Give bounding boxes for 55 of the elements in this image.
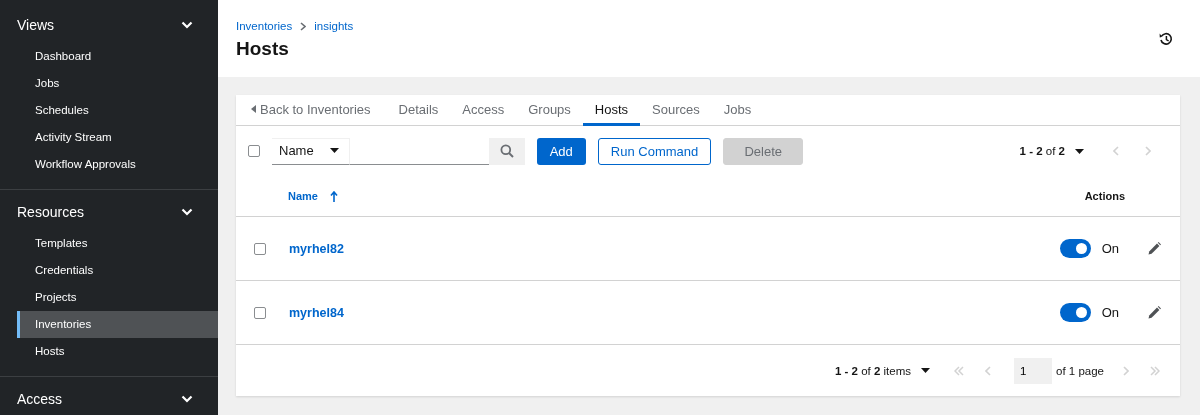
- chevron-right-icon: [300, 21, 307, 31]
- tab[interactable]: Sources: [640, 95, 712, 126]
- nav-item[interactable]: Projects: [17, 284, 218, 311]
- row-checkbox[interactable]: [254, 306, 266, 319]
- search-button[interactable]: [488, 137, 525, 165]
- breadcrumb-link[interactable]: insights: [314, 20, 354, 32]
- nav-group-title[interactable]: Resources: [17, 204, 84, 220]
- chevron-icon[interactable]: [181, 395, 193, 403]
- toggle-label: On: [1101, 305, 1119, 320]
- nav-item[interactable]: Schedules: [17, 97, 218, 124]
- column-header[interactable]: Name: [288, 190, 318, 202]
- column-header: Actions: [1084, 190, 1125, 202]
- filter-dropdown[interactable]: Name: [272, 137, 350, 165]
- tab[interactable]: Jobs: [711, 95, 764, 126]
- page-count: of 1 page: [1056, 364, 1104, 377]
- pagination-dropdown[interactable]: 1 - 2 of 2: [1019, 145, 1084, 157]
- nav-item[interactable]: Credentials: [17, 257, 218, 284]
- chevron-icon[interactable]: [181, 21, 193, 29]
- tab[interactable]: Hosts: [582, 95, 641, 126]
- page-number-field[interactable]: 1: [1014, 357, 1053, 384]
- pagination-dropdown[interactable]: 1 - 2 of 2 items: [834, 364, 931, 377]
- search-icon: [499, 144, 514, 158]
- nav-group-title[interactable]: Access: [17, 391, 63, 407]
- select-all-checkbox[interactable]: [248, 145, 260, 157]
- toggle-switch[interactable]: [1059, 303, 1091, 322]
- nav-item[interactable]: Templates: [17, 230, 218, 257]
- toggle-label: On: [1101, 241, 1119, 256]
- caret-down-icon: [329, 148, 339, 153]
- action-button[interactable]: Run Command: [597, 137, 712, 165]
- pencil-icon[interactable]: [1148, 242, 1161, 255]
- history-icon[interactable]: [1159, 32, 1173, 46]
- tab[interactable]: Access: [450, 95, 517, 126]
- row-checkbox[interactable]: [254, 242, 266, 255]
- nav-item[interactable]: Hosts: [17, 338, 218, 365]
- nav-group-title[interactable]: Views: [17, 17, 55, 33]
- nav-item[interactable]: Dashboard: [17, 43, 218, 70]
- host-link[interactable]: myrhel84: [289, 305, 344, 320]
- tab[interactable]: Details: [386, 95, 451, 126]
- host-link[interactable]: myrhel82: [289, 241, 344, 256]
- caret-left-icon: [251, 105, 256, 113]
- toggle-switch[interactable]: [1059, 239, 1091, 258]
- sort-arrow-icon[interactable]: [329, 190, 338, 202]
- page-title: Hosts: [236, 38, 289, 60]
- caret-down-icon: [921, 368, 931, 373]
- chevron-icon[interactable]: [181, 208, 193, 216]
- breadcrumb-link[interactable]: Inventories: [236, 20, 293, 32]
- nav-item[interactable]: Workflow Approvals: [17, 151, 218, 178]
- action-button[interactable]: Add: [536, 137, 586, 165]
- tab[interactable]: Back to Inventories: [248, 95, 387, 126]
- nav-item[interactable]: Activity Stream: [17, 124, 218, 151]
- pencil-icon[interactable]: [1148, 306, 1161, 319]
- nav-item[interactable]: Inventories: [17, 311, 218, 338]
- caret-down-icon: [1075, 148, 1084, 154]
- tab[interactable]: Groups: [516, 95, 583, 126]
- nav-item[interactable]: Jobs: [17, 70, 218, 97]
